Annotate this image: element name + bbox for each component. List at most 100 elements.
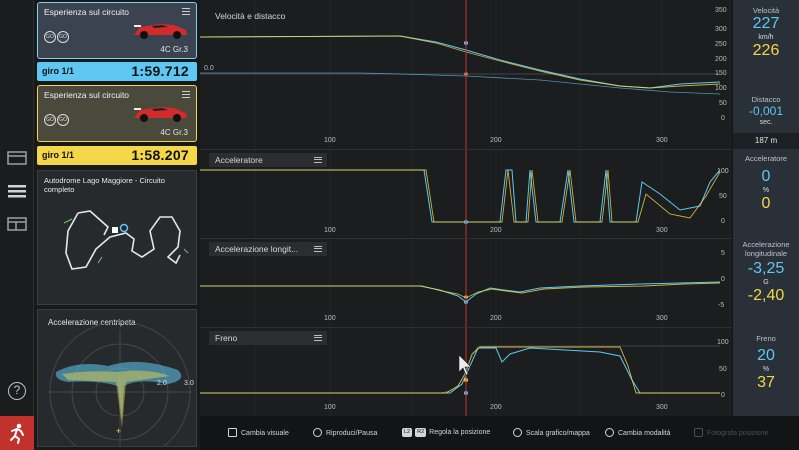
hint-change-view[interactable]: Cambia visuale	[228, 428, 289, 437]
x-tick: 100	[324, 404, 336, 411]
readout-unit: sec.	[759, 119, 773, 126]
hint-adjust-position[interactable]: L2 R2 Regola la posizione	[402, 428, 490, 437]
distance-readout: 187 m	[733, 133, 799, 149]
longitudinal-accel-panel: Accelerazione longit... 5 0 -5 100 200 3…	[200, 239, 732, 328]
car-name: 4C Gr.3	[160, 128, 188, 137]
runner-exit-icon	[10, 423, 24, 444]
y-tick: 250	[715, 41, 727, 48]
driver-card-yellow[interactable]: Esperienza sul circuito GO GO 4C Gr.3	[37, 85, 197, 142]
hint-play-pause[interactable]: Riproduci/Pausa	[313, 428, 377, 437]
menu-icon[interactable]	[314, 157, 322, 163]
menu-icon[interactable]	[314, 246, 322, 252]
speed-readout: Velocità 227 km/h 226	[733, 6, 799, 60]
panel-title-tab[interactable]: Accelerazione longit...	[209, 242, 327, 256]
hint-label: Riproduci/Pausa	[326, 430, 378, 437]
badge: GO	[57, 114, 69, 126]
hint-scale-graph[interactable]: Scala grafico/mappa	[513, 428, 590, 437]
throttle-readout: Acceleratore 0 % 0	[733, 154, 799, 213]
readout-value-yellow: 226	[752, 42, 780, 59]
readout-value-yellow: 0	[761, 195, 771, 212]
speed-gap-panel: Velocità e distacco 0.0 350 300 250 200 …	[200, 0, 732, 150]
assist-badges: GO GO	[44, 25, 70, 43]
grid-layout-icon[interactable]	[7, 150, 27, 166]
hint-label: Regola la posizione	[429, 429, 491, 436]
race-car-icon	[134, 107, 187, 122]
g-force-diagram: 2.0 3.0 +	[48, 321, 194, 446]
y-tick: 50	[719, 193, 727, 200]
badge: GO	[57, 31, 69, 43]
r2-button-icon: R2	[415, 428, 427, 437]
menu-icon[interactable]	[314, 335, 322, 341]
x-tick: 100	[324, 137, 336, 144]
readout-value-blue: 0	[761, 168, 771, 185]
y-tick: 5	[721, 250, 725, 257]
y-tick: 50	[719, 100, 727, 107]
lap-label: giro 1/1	[42, 66, 75, 76]
panel-title-tab[interactable]: Acceleratore	[209, 153, 327, 167]
x-tick: 200	[490, 227, 502, 234]
l2-button-icon: L2	[402, 428, 413, 437]
x-tick: 300	[656, 315, 668, 322]
panel-title: Velocità e distacco	[215, 11, 286, 21]
driver-card-title: Esperienza sul circuito	[44, 90, 130, 100]
lap-time-bar-yellow: giro 1/1 1:58.207	[37, 146, 197, 165]
driver-card-blue[interactable]: Esperienza sul circuito GO GO 4C Gr.3	[37, 2, 197, 59]
g-scale-label: 2.0	[157, 380, 167, 387]
telemetry-charts[interactable]: Velocità e distacco 0.0 350 300 250 200 …	[200, 0, 732, 416]
y-tick: 100	[715, 85, 727, 92]
hint-change-mode[interactable]: Cambia modalità	[605, 428, 671, 437]
checkered-flag-icon	[112, 227, 118, 233]
lap-time-bar-blue: giro 1/1 1:59.712	[37, 62, 197, 81]
readout-caption: Accelerazione longitudinale	[742, 240, 790, 258]
dpad-icon	[228, 428, 237, 437]
replay-analysis-screen: ? Esperienza sul circuito GO GO 4C Gr.3 g…	[0, 0, 799, 450]
hint-label: Cambia modalità	[618, 430, 671, 437]
g-scale-label: 3.0	[184, 380, 194, 387]
readout-unit: %	[762, 187, 770, 194]
track-map-card[interactable]: Autodrome Lago Maggiore - Circuito compl…	[37, 170, 197, 305]
hint-label: Scala grafico/mappa	[526, 430, 590, 437]
panel-title-tab[interactable]: Freno	[209, 331, 327, 345]
y-tick: -5	[718, 302, 725, 309]
x-tick: 200	[490, 137, 502, 144]
x-tick: 300	[656, 137, 668, 144]
track-map	[63, 210, 189, 270]
y-tick: 350	[715, 7, 727, 14]
hint-label: Cambia visuale	[241, 430, 289, 437]
menu-icon[interactable]	[182, 91, 190, 98]
stick-icon	[513, 428, 522, 437]
race-car-icon	[134, 24, 187, 39]
readout-unit: %	[762, 366, 770, 373]
menu-icon[interactable]	[182, 8, 190, 15]
split-layout-icon[interactable]	[7, 216, 27, 232]
lap-time: 1:58.207	[131, 147, 189, 163]
hint-photo-position: Fotografa posizione	[694, 428, 768, 437]
throttle-panel: Acceleratore 100 50 0 100 200 300	[200, 150, 732, 239]
readout-unit: km/h	[758, 34, 774, 41]
y-tick: 0	[721, 218, 725, 225]
lap-label: giro 1/1	[42, 150, 75, 160]
y-tick: 50	[719, 366, 727, 373]
list-layout-icon[interactable]	[7, 183, 27, 199]
car-position-marker	[119, 223, 129, 233]
x-tick: 100	[324, 315, 336, 322]
readout-caption: Distacco	[751, 95, 781, 104]
hint-label: Fotografa posizione	[707, 430, 769, 437]
readout-value-blue: 227	[752, 15, 780, 32]
readout-unit: G	[763, 279, 769, 286]
badge: GO	[44, 114, 56, 126]
camera-icon	[694, 428, 703, 437]
y-tick: 150	[715, 70, 727, 77]
readout-caption: Acceleratore	[744, 154, 788, 163]
y-tick: 0	[721, 276, 725, 283]
g-force-diagram-card[interactable]: Accelerazione centripeta 2.0 3.0 +	[37, 309, 197, 447]
car-name: 4C Gr.3	[160, 45, 188, 54]
exit-button[interactable]	[0, 416, 34, 450]
y-tick: 200	[715, 56, 727, 63]
left-panel: Esperienza sul circuito GO GO 4C Gr.3 gir…	[34, 0, 200, 450]
y-tick: 100	[717, 168, 729, 175]
help-button[interactable]: ?	[8, 382, 26, 400]
panel-title: Accelerazione longit...	[215, 244, 299, 254]
readout-value-yellow: 37	[757, 374, 775, 391]
readout-value-yellow: -2,40	[747, 287, 785, 304]
